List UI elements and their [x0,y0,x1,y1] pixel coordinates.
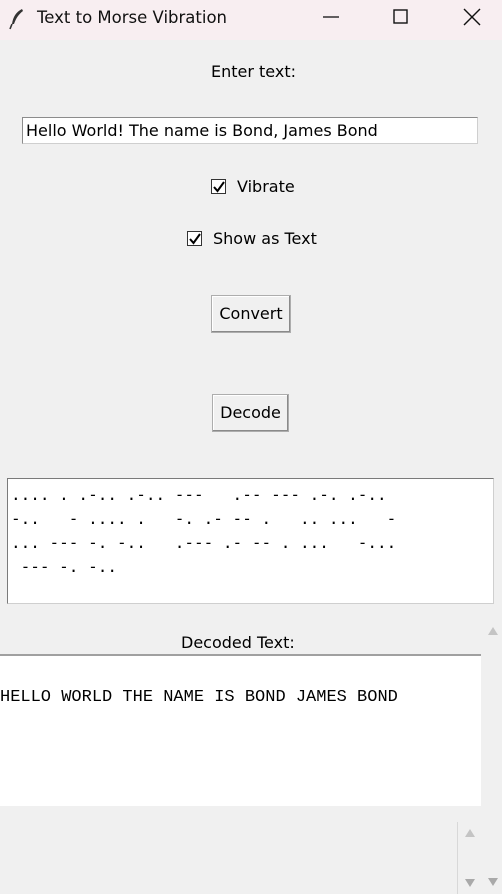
decoded-text: HELLO WORLD THE NAME IS BOND JAMES BOND [0,688,398,707]
show-text-checkbox[interactable] [187,231,202,246]
feather-icon [8,8,28,30]
decode-button[interactable]: Decode [212,394,289,432]
decoded-text-output[interactable]: HELLO WORLD THE NAME IS BOND JAMES BOND [0,654,481,806]
scroll-down-icon[interactable] [488,878,498,886]
morse-line: -.. - .... . -. .- -- . .. ... - [11,509,397,528]
checkmark-icon [213,181,225,193]
checkmark-icon [189,233,201,245]
convert-button[interactable]: Convert [211,295,291,333]
scroll-up-icon[interactable] [488,627,498,635]
vibrate-label: Vibrate [237,177,295,196]
morse-line: --- -. -.. [11,557,117,576]
maximize-icon [393,9,408,24]
morse-output-text[interactable]: .... . .-.. .-.. --- .-- --- .-. .-.. -.… [7,478,494,604]
minimize-icon [323,16,339,18]
vibrate-checkbox-row[interactable]: Vibrate [211,177,311,199]
scroll-up-icon[interactable] [465,829,475,837]
window-title: Text to Morse Vibration [37,8,228,27]
title-bar: Text to Morse Vibration [0,0,502,40]
close-button[interactable] [437,0,502,34]
show-text-label: Show as Text [213,229,317,248]
inner-scrollbar[interactable] [457,822,482,894]
morse-line: ... --- -. -.. .--- .- -- . ... -... [11,533,397,552]
minimize-button[interactable] [296,0,366,34]
app-window: Text to Morse Vibration Enter text: Hell… [0,0,502,894]
show-text-checkbox-row[interactable]: Show as Text [187,229,327,251]
enter-text-label: Enter text: [211,62,296,81]
close-icon [463,8,481,26]
decoded-text-label: Decoded Text: [181,633,295,652]
outer-scrollbar[interactable] [483,620,502,894]
scroll-down-icon[interactable] [465,879,475,887]
text-input[interactable]: Hello World! The name is Bond, James Bon… [22,117,478,144]
vibrate-checkbox[interactable] [211,179,226,194]
maximize-button[interactable] [366,0,436,34]
morse-line: .... . .-.. .-.. --- .-- --- .-. .-.. [11,485,387,504]
